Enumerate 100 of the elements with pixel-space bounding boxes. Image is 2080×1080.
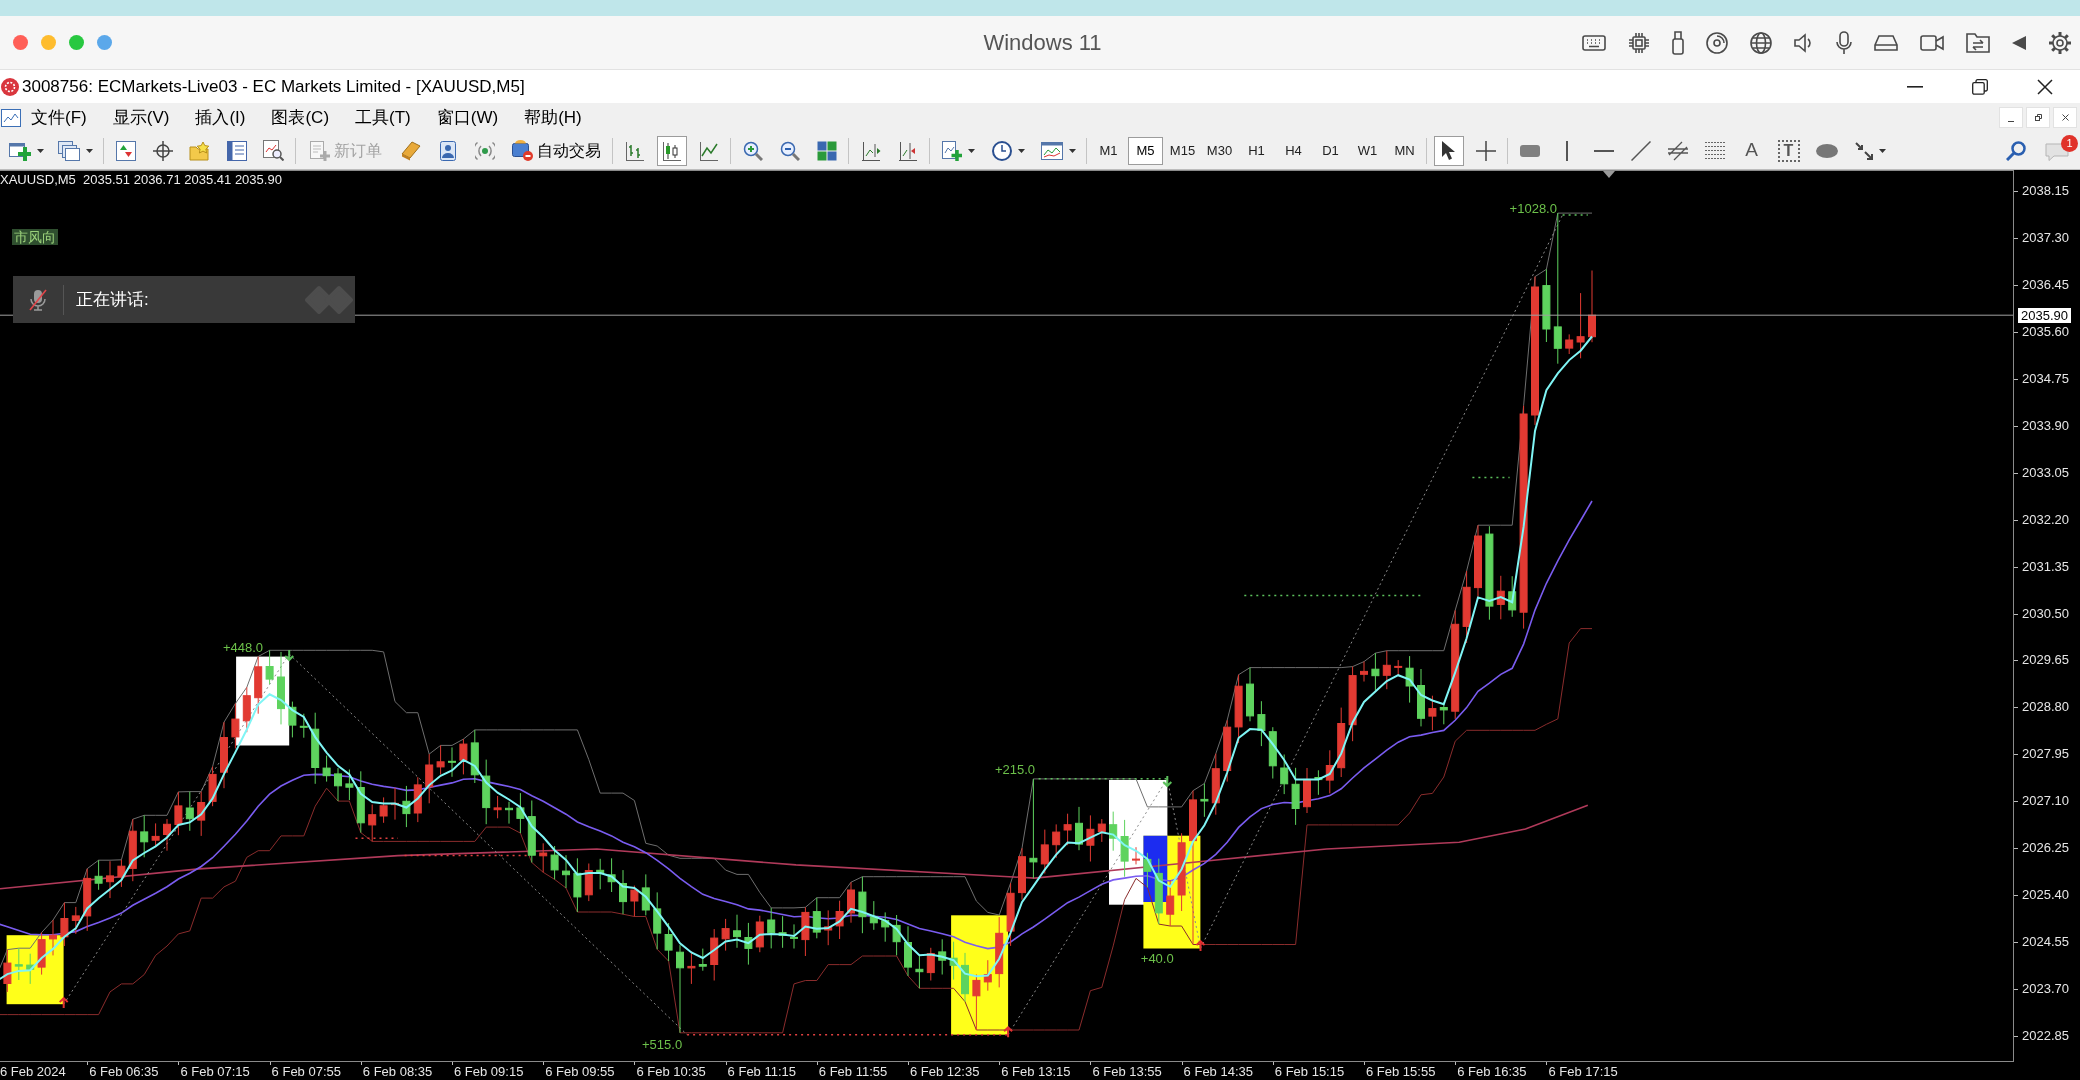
chart-plus-icon[interactable] [941, 140, 962, 161]
tile-windows-icon[interactable] [816, 140, 837, 161]
speaker-icon[interactable] [1794, 32, 1814, 53]
chart-shift-icon[interactable] [860, 140, 881, 161]
auto-scroll-icon[interactable] [897, 140, 918, 161]
timeframe-button[interactable]: M30 [1202, 136, 1237, 165]
microphone-icon[interactable] [1836, 30, 1852, 55]
timeframe-button[interactable]: H4 [1276, 136, 1311, 165]
caret-icon[interactable] [85, 148, 93, 153]
falling-candle [1417, 668, 1425, 727]
falling-candle [915, 954, 924, 989]
menu-item[interactable]: 图表(C) [271, 104, 330, 131]
line-chart-icon [698, 140, 719, 161]
folder-star-icon[interactable] [189, 140, 210, 161]
usb-drive-icon[interactable] [1672, 30, 1684, 55]
rising-candle [721, 918, 730, 952]
camera-icon[interactable] [1920, 34, 1944, 51]
time-axis-label: 6 Feb 10:35 [636, 1064, 706, 1079]
rising-candle [972, 974, 981, 1031]
menu-item[interactable]: 文件(F) [31, 104, 87, 131]
menu-item[interactable]: 显示(V) [112, 104, 170, 131]
caret-icon[interactable] [1017, 148, 1025, 153]
radio-waves-icon[interactable] [474, 140, 495, 161]
menu-item[interactable]: 工具(T) [355, 104, 411, 131]
rising-candle [1337, 707, 1346, 778]
timeframe-button[interactable]: MN [1387, 136, 1422, 165]
caret-icon[interactable] [36, 148, 44, 153]
falling-candle [653, 891, 662, 950]
side-panel-icon[interactable] [226, 140, 247, 161]
falling-candle [448, 746, 456, 778]
search-icon[interactable] [2006, 140, 2026, 161]
trend-line-icon[interactable] [1630, 140, 1651, 161]
keyboard-icon[interactable] [1582, 34, 1606, 51]
timeframe-button[interactable]: M5 [1128, 136, 1163, 165]
gear-icon[interactable] [2048, 30, 2072, 55]
zoom-in-icon[interactable] [742, 140, 763, 161]
box-stop-icon [511, 140, 533, 161]
pointer-button[interactable] [1433, 135, 1464, 166]
vertical-line-icon[interactable] [1565, 140, 1568, 161]
caret-icon[interactable] [1068, 148, 1076, 153]
price-axis-label: 2032.20 [2022, 512, 2069, 527]
window-arrows-icon[interactable] [115, 140, 136, 161]
clock-icon[interactable] [991, 140, 1012, 161]
left-triangle-icon[interactable] [2012, 35, 2026, 50]
caret-icon[interactable] [967, 148, 975, 153]
target-icon[interactable] [152, 140, 173, 161]
rising-candle [459, 738, 468, 775]
horizontal-line-icon[interactable] [1593, 149, 1614, 152]
falling-candle [881, 911, 890, 943]
rising-candle [801, 906, 810, 957]
user-card-icon[interactable] [437, 140, 458, 161]
candlestick-button[interactable] [656, 135, 687, 166]
window-plus-icon[interactable] [8, 140, 31, 161]
menu-item[interactable]: 窗口(W) [436, 104, 499, 131]
chip-icon[interactable] [1628, 31, 1650, 54]
zoom-out-icon[interactable] [779, 140, 800, 161]
rising-candle [630, 885, 639, 917]
rising-candle [83, 868, 92, 932]
ingot-icon[interactable] [400, 140, 421, 161]
auto-trading-button[interactable]: 自动交易 [508, 135, 604, 166]
trade-result-label: +515.0 [642, 1037, 683, 1052]
menu-item[interactable]: 插入(I) [195, 104, 246, 131]
window-close-button[interactable] [13, 35, 28, 50]
chart-template-icon[interactable] [1040, 141, 1063, 160]
rising-candle [106, 860, 114, 899]
close-icon[interactable] [2036, 78, 2053, 95]
ellipse-icon[interactable] [1816, 143, 1838, 158]
chart-window-icon[interactable] [1, 108, 21, 127]
chat-bubble-icon[interactable] [2045, 140, 2069, 161]
hard-drive-icon[interactable] [1874, 34, 1898, 51]
menu-item[interactable]: 帮助(H) [524, 104, 582, 131]
falling-candle [892, 914, 901, 956]
caret-icon[interactable] [1878, 148, 1886, 153]
text-label-tool-button[interactable]: T [1777, 139, 1800, 162]
falling-candle [664, 922, 673, 962]
restore-icon[interactable] [1971, 78, 1988, 95]
disc-icon[interactable] [1706, 31, 1728, 54]
dotted-lines-icon[interactable] [1704, 142, 1725, 159]
stacked-windows-icon[interactable] [57, 140, 80, 161]
timeframe-button[interactable]: M1 [1091, 136, 1126, 165]
price-axis-label: 2035.60 [2022, 324, 2069, 339]
channel-lines-icon[interactable] [1667, 140, 1688, 161]
timeframe-button[interactable]: W1 [1350, 136, 1385, 165]
falling-candle [1120, 819, 1129, 878]
falling-candle [1109, 811, 1118, 852]
timeframe-button[interactable]: H1 [1239, 136, 1274, 165]
text-tool-button[interactable]: A [1736, 135, 1767, 166]
globe-icon[interactable] [1750, 31, 1772, 54]
falling-candle [470, 729, 479, 784]
timeframe-button[interactable]: M15 [1165, 136, 1200, 165]
falling-candle [744, 922, 753, 966]
folder-transfer-icon[interactable] [1966, 32, 1990, 53]
falling-candle [1143, 852, 1152, 888]
arrows-icon[interactable] [1854, 141, 1873, 160]
rising-candle [37, 932, 46, 976]
minimize-icon[interactable] [1906, 85, 1923, 88]
chart-magnifier-icon[interactable] [263, 140, 284, 161]
rounded-rectangle-icon[interactable] [1519, 144, 1540, 157]
child-restore-button[interactable] [2026, 107, 2050, 128]
timeframe-button[interactable]: D1 [1313, 136, 1348, 165]
